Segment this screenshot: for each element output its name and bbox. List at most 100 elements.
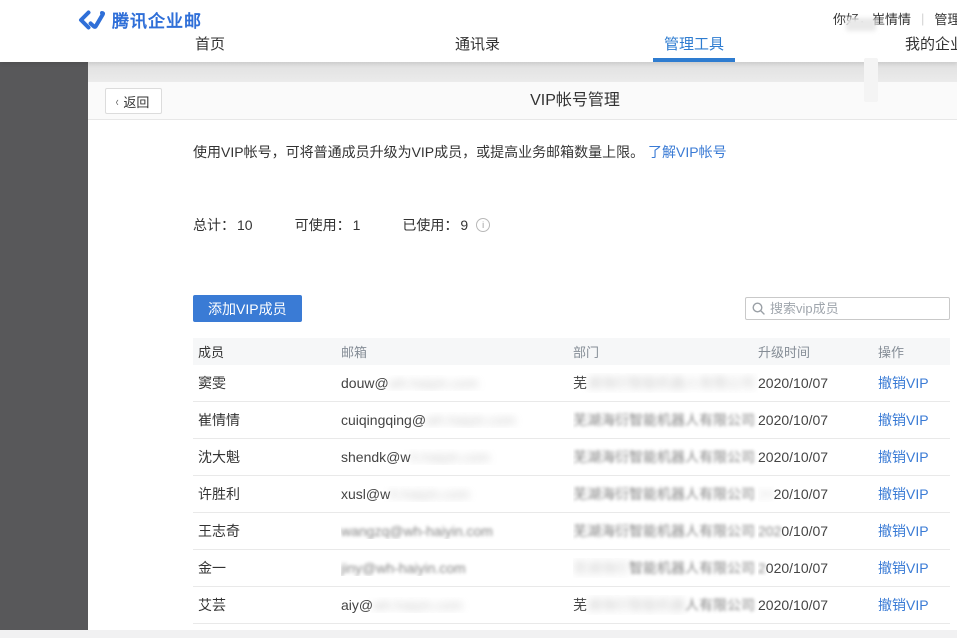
action-cell: 撤销VIP [878, 484, 950, 504]
revoke-vip-link[interactable]: 撤销VIP [878, 449, 929, 465]
cell-text: 芜 [573, 375, 587, 391]
redaction-smudge [846, 18, 876, 31]
cell-text: 20/10/07 [774, 486, 829, 502]
member-email-cell: douw@wh-haiyin.com [341, 375, 573, 391]
upgrade-time-cell: 2020/10/07 [758, 597, 878, 613]
revoke-vip-link[interactable]: 撤销VIP [878, 486, 929, 502]
nav-tab-my-company[interactable]: 我的企业 [905, 30, 957, 62]
action-cell: 撤销VIP [878, 558, 950, 578]
manage-company-link[interactable]: 管理企业 [934, 9, 957, 28]
search-input[interactable] [770, 301, 943, 316]
exmail-logo-icon [78, 10, 105, 30]
cell-text: cuiqingqing@ [341, 412, 426, 428]
cell-text: 芜 [573, 597, 587, 613]
member-email-cell: aiy@wh-haiyin.com [341, 597, 573, 613]
search-box[interactable] [745, 297, 950, 320]
member-email-cell: cuiqingqing@wh-haiyin.com [341, 412, 573, 428]
redacted-text: 芜湖海衍智能机器人有限公司 [573, 449, 755, 465]
redacted-text: 人有限公司 [685, 597, 755, 613]
redacted-text: 202 [758, 523, 781, 539]
col-header-email: 邮箱 [341, 342, 573, 361]
cell-text: 0/10/07 [781, 523, 828, 539]
panel-header: ‹ 返回 VIP帐号管理 [88, 82, 957, 120]
action-cell: 撤销VIP [878, 595, 950, 615]
redacted-text: 芜湖海衍智能机器人有限公司 [573, 523, 755, 539]
revoke-vip-link[interactable]: 撤销VIP [878, 597, 929, 613]
action-cell: 撤销VIP [878, 447, 950, 467]
stat-available: 可使用： 1 [295, 215, 361, 235]
redacted-text: 2 [758, 560, 766, 576]
page-title: VIP帐号管理 [88, 82, 957, 120]
member-email-cell: shendk@wh-haiyin.com [341, 449, 573, 465]
table-row: 崔情情cuiqingqing@wh-haiyin.com芜湖海衍智能机器人有限公… [193, 402, 950, 439]
redacted-text: wh-haiyin.com [426, 412, 515, 428]
upgrade-time-cell: 2020/10/07 [758, 412, 878, 428]
member-department-cell: 芜湖海衍智能机器人有限公司 [573, 373, 758, 393]
col-header-department: 部门 [573, 342, 758, 361]
revoke-vip-link[interactable]: 撤销VIP [878, 523, 929, 539]
action-cell: 撤销VIP [878, 373, 950, 393]
stat-used-value: 9 [460, 217, 468, 233]
redacted-text: 智能机器人有限公司 [629, 560, 755, 576]
redacted-text: wh-haiyin.com [389, 375, 478, 391]
member-name-cell: 沈大魁 [193, 447, 341, 467]
nav-tab-contacts[interactable]: 通讯录 [455, 30, 500, 62]
cell-text: douw@ [341, 375, 389, 391]
action-cell: 撤销VIP [878, 410, 950, 430]
stat-total-value: 10 [237, 217, 253, 233]
info-icon[interactable]: i [476, 218, 490, 232]
nav-tab-admin-tools[interactable]: 管理工具 [664, 30, 724, 62]
vip-members-table: 成员 邮箱 部门 升级时间 操作 窦雯douw@wh-haiyin.com芜湖海… [193, 338, 950, 624]
stat-available-label: 可使用： [295, 215, 351, 235]
redacted-text: 湖海衍智能机器 [587, 597, 685, 613]
nav-tab-home[interactable]: 首页 [195, 30, 225, 62]
revoke-vip-link[interactable]: 撤销VIP [878, 560, 929, 576]
member-name-cell: 艾芸 [193, 595, 341, 615]
member-name-cell: 金一 [193, 558, 341, 578]
action-cell: 撤销VIP [878, 521, 950, 541]
redacted-text: 湖海衍智能机器人有限公司 [587, 375, 755, 391]
brand-logo[interactable]: 腾讯企业邮 [78, 7, 202, 32]
scrollbar-thumb[interactable] [864, 58, 878, 102]
upgrade-time-cell: 2020/10/07 [758, 523, 878, 539]
vip-description-text: 使用VIP帐号，可将普通成员升级为VIP成员，或提高业务邮箱数量上限。 [193, 144, 644, 160]
cell-text: 2020/10/07 [758, 375, 828, 391]
col-header-member: 成员 [193, 342, 341, 361]
table-row: 王志奇wangzq@wh-haiyin.com芜湖海衍智能机器人有限公司2020… [193, 513, 950, 550]
member-department-cell: 芜湖海衍智能机器人有限公司 [573, 484, 758, 504]
redacted-text: 20 [758, 486, 774, 502]
upgrade-time-cell: 2020/10/07 [758, 449, 878, 465]
table-row: 沈大魁shendk@wh-haiyin.com芜湖海衍智能机器人有限公司2020… [193, 439, 950, 476]
cell-text: 2020/10/07 [758, 412, 828, 428]
member-email-cell: jiny@wh-haiyin.com [341, 560, 573, 576]
redacted-text: h-haiyin.com [390, 486, 469, 502]
revoke-vip-link[interactable]: 撤销VIP [878, 412, 929, 428]
redacted-text: 芜湖海衍 [573, 560, 629, 576]
main-nav: 首页 通讯录 管理工具 我的企业 [0, 30, 957, 62]
page-dark-background [0, 62, 88, 630]
vip-stats: 总计： 10 可使用： 1 已使用： 9 i [193, 215, 490, 235]
brand-name: 腾讯企业邮 [112, 7, 202, 32]
table-row: 窦雯douw@wh-haiyin.com芜湖海衍智能机器人有限公司2020/10… [193, 365, 950, 402]
vip-description: 使用VIP帐号，可将普通成员升级为VIP成员，或提高业务邮箱数量上限。 了解VI… [193, 142, 727, 162]
stat-available-value: 1 [353, 217, 361, 233]
member-department-cell: 芜湖海衍智能机器人有限公司 [573, 447, 758, 467]
learn-more-link[interactable]: 了解VIP帐号 [648, 144, 727, 160]
redacted-text: jiny@wh-haiyin.com [341, 560, 466, 576]
revoke-vip-link[interactable]: 撤销VIP [878, 375, 929, 391]
table-row: 金一jiny@wh-haiyin.com芜湖海衍智能机器人有限公司2020/10… [193, 550, 950, 587]
search-icon [752, 302, 765, 315]
cell-text: shendk@w [341, 449, 410, 465]
cell-text: 2020/10/07 [758, 597, 828, 613]
table-body: 窦雯douw@wh-haiyin.com芜湖海衍智能机器人有限公司2020/10… [193, 365, 950, 624]
add-vip-member-button[interactable]: 添加VIP成员 [193, 295, 302, 322]
greeting-separator: | [921, 11, 924, 26]
member-email-cell: wangzq@wh-haiyin.com [341, 523, 573, 539]
cell-text: 2020/10/07 [758, 449, 828, 465]
col-header-upgrade-time: 升级时间 [758, 342, 878, 361]
cell-text: xusl@w [341, 486, 390, 502]
table-header-row: 成员 邮箱 部门 升级时间 操作 [193, 338, 950, 365]
horizontal-scrollbar-track[interactable] [0, 630, 957, 638]
member-department-cell: 芜湖海衍智能机器人有限公司 [573, 410, 758, 430]
stat-used: 已使用： 9 i [402, 215, 490, 235]
